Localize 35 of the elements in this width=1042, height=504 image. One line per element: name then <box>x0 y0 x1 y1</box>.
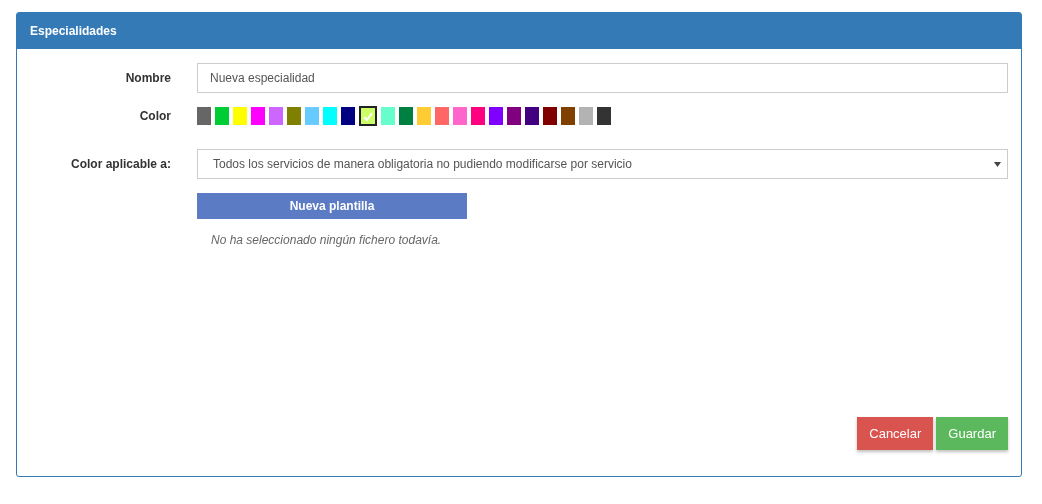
color-swatch[interactable] <box>525 107 539 125</box>
save-button[interactable]: Guardar <box>936 417 1008 450</box>
dropdown[interactable]: Todos los servicios de manera obligatoria no pudiendo modificarse por servicio <box>197 149 1008 179</box>
color-swatch[interactable] <box>471 107 485 125</box>
color-swatch[interactable] <box>597 107 611 125</box>
color-swatch[interactable] <box>543 107 557 125</box>
color-swatch[interactable] <box>507 107 521 125</box>
color-swatch[interactable] <box>417 107 431 125</box>
color-swatch[interactable] <box>561 107 575 125</box>
file-status-text: No ha seleccionado ningún fichero todavía. <box>210 233 442 247</box>
color-swatch[interactable] <box>579 107 593 125</box>
color-swatch[interactable] <box>215 107 229 125</box>
color-swatch[interactable] <box>305 107 319 125</box>
color-swatch[interactable] <box>399 107 413 125</box>
color-swatch[interactable] <box>251 107 265 125</box>
color-swatch[interactable] <box>453 107 467 125</box>
new-template-button[interactable]: Nueva plantilla <box>197 193 467 219</box>
field-label: Nombre <box>124 71 172 85</box>
color-swatch[interactable] <box>359 106 377 126</box>
color-swatch[interactable] <box>287 107 301 125</box>
field-label: Color <box>138 109 172 123</box>
color-swatch[interactable] <box>233 107 247 125</box>
panel-title: Especialidades <box>30 24 117 38</box>
cancel-button[interactable]: Cancelar <box>857 417 934 450</box>
color-swatch[interactable] <box>489 107 503 125</box>
color-swatch[interactable] <box>341 107 355 125</box>
color-swatch[interactable] <box>381 107 395 125</box>
color-swatch[interactable] <box>269 107 283 125</box>
caret-icon <box>994 161 1001 167</box>
color-swatch[interactable] <box>323 107 337 125</box>
color-swatch[interactable] <box>197 107 211 125</box>
color-swatch[interactable] <box>435 107 449 125</box>
check-icon <box>363 111 373 121</box>
field-label: Color aplicable a: <box>69 157 172 171</box>
name-field[interactable]: Nueva especialidad <box>197 63 1008 93</box>
